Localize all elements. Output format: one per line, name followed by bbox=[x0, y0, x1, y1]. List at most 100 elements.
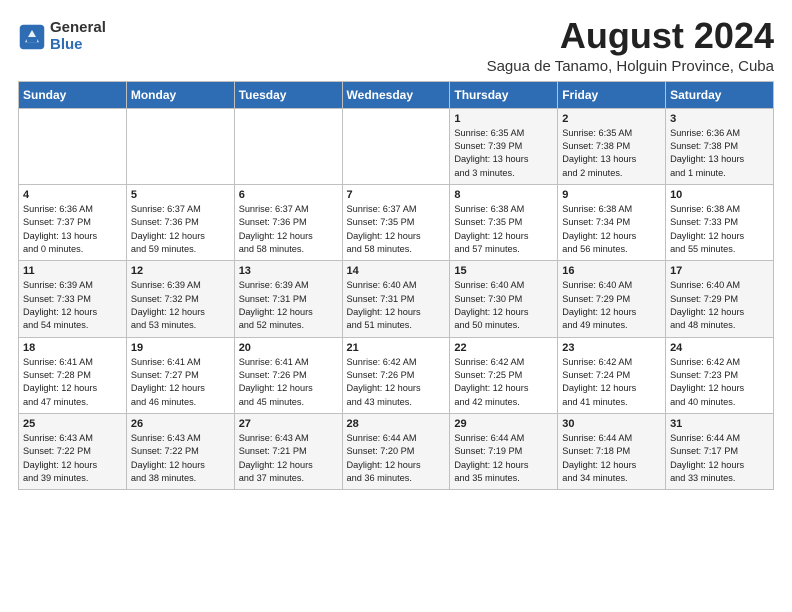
day-info: Sunrise: 6:37 AM Sunset: 7:36 PM Dayligh… bbox=[239, 203, 338, 256]
calendar-cell: 1 Sunrise: 6:35 AM Sunset: 7:39 PM Daylig… bbox=[450, 108, 558, 184]
day-info: Sunrise: 6:41 AM Sunset: 7:26 PM Dayligh… bbox=[239, 356, 338, 409]
day-info: Sunrise: 6:42 AM Sunset: 7:24 PM Dayligh… bbox=[562, 356, 661, 409]
day-info: Sunrise: 6:37 AM Sunset: 7:35 PM Dayligh… bbox=[347, 203, 446, 256]
calendar-week-2: 4 Sunrise: 6:36 AM Sunset: 7:37 PM Daylig… bbox=[19, 184, 774, 260]
day-info: Sunrise: 6:37 AM Sunset: 7:36 PM Dayligh… bbox=[131, 203, 230, 256]
day-info: Sunrise: 6:43 AM Sunset: 7:22 PM Dayligh… bbox=[131, 432, 230, 485]
calendar-cell: 29Sunrise: 6:44 AM Sunset: 7:19 PM Dayli… bbox=[450, 414, 558, 490]
day-info: Sunrise: 6:41 AM Sunset: 7:27 PM Dayligh… bbox=[131, 356, 230, 409]
calendar-week-4: 18 Sunrise: 6:41 AM Sunset: 7:28 PM Dayli… bbox=[19, 337, 774, 413]
day-info: Sunrise: 6:35 AM Sunset: 7:38 PM Dayligh… bbox=[562, 127, 661, 180]
header-thursday: Thursday bbox=[450, 81, 558, 108]
calendar-cell: 6 Sunrise: 6:37 AM Sunset: 7:36 PM Daylig… bbox=[234, 184, 342, 260]
calendar-cell: 24 Sunrise: 6:42 AM Sunset: 7:23 PM Dayli… bbox=[666, 337, 774, 413]
day-number: 4 bbox=[23, 189, 122, 201]
day-number: 29 bbox=[454, 418, 553, 430]
day-info: Sunrise: 6:42 AM Sunset: 7:23 PM Dayligh… bbox=[670, 356, 769, 409]
calendar-cell: 22 Sunrise: 6:42 AM Sunset: 7:25 PM Dayli… bbox=[450, 337, 558, 413]
calendar-cell: 23 Sunrise: 6:42 AM Sunset: 7:24 PM Dayli… bbox=[558, 337, 666, 413]
header-row: General Blue August 2024 Sagua de Tanamo… bbox=[18, 16, 774, 75]
subtitle: Sagua de Tanamo, Holguin Province, Cuba bbox=[487, 58, 774, 75]
calendar-cell: 28Sunrise: 6:44 AM Sunset: 7:20 PM Dayli… bbox=[342, 414, 450, 490]
day-info: Sunrise: 6:43 AM Sunset: 7:21 PM Dayligh… bbox=[239, 432, 338, 485]
main-title: August 2024 bbox=[487, 16, 774, 56]
calendar-week-3: 11 Sunrise: 6:39 AM Sunset: 7:33 PM Dayli… bbox=[19, 261, 774, 337]
day-number: 1 bbox=[454, 113, 553, 125]
header-monday: Monday bbox=[126, 81, 234, 108]
calendar-week-5: 25 Sunrise: 6:43 AM Sunset: 7:22 PM Dayli… bbox=[19, 414, 774, 490]
calendar-header: Sunday Monday Tuesday Wednesday Thursday… bbox=[19, 81, 774, 108]
calendar-cell: 9 Sunrise: 6:38 AM Sunset: 7:34 PM Daylig… bbox=[558, 184, 666, 260]
day-info: Sunrise: 6:42 AM Sunset: 7:25 PM Dayligh… bbox=[454, 356, 553, 409]
header-row-days: Sunday Monday Tuesday Wednesday Thursday… bbox=[19, 81, 774, 108]
calendar-cell: 4 Sunrise: 6:36 AM Sunset: 7:37 PM Daylig… bbox=[19, 184, 127, 260]
day-info: Sunrise: 6:44 AM Sunset: 7:18 PM Dayligh… bbox=[562, 432, 661, 485]
day-info: Sunrise: 6:41 AM Sunset: 7:28 PM Dayligh… bbox=[23, 356, 122, 409]
day-number: 20 bbox=[239, 342, 338, 354]
day-info: Sunrise: 6:39 AM Sunset: 7:31 PM Dayligh… bbox=[239, 279, 338, 332]
calendar-cell: 13 Sunrise: 6:39 AM Sunset: 7:31 PM Dayli… bbox=[234, 261, 342, 337]
day-number: 25 bbox=[23, 418, 122, 430]
day-number: 23 bbox=[562, 342, 661, 354]
calendar-cell: 16Sunrise: 6:40 AM Sunset: 7:29 PM Dayli… bbox=[558, 261, 666, 337]
calendar-cell: 14 Sunrise: 6:40 AM Sunset: 7:31 PM Dayli… bbox=[342, 261, 450, 337]
day-number: 19 bbox=[131, 342, 230, 354]
calendar-cell: 15 Sunrise: 6:40 AM Sunset: 7:30 PM Dayli… bbox=[450, 261, 558, 337]
day-number: 11 bbox=[23, 265, 122, 277]
calendar-cell: 19 Sunrise: 6:41 AM Sunset: 7:27 PM Dayli… bbox=[126, 337, 234, 413]
day-info: Sunrise: 6:38 AM Sunset: 7:34 PM Dayligh… bbox=[562, 203, 661, 256]
calendar-cell: 26Sunrise: 6:43 AM Sunset: 7:22 PM Dayli… bbox=[126, 414, 234, 490]
logo-blue-text: Blue bbox=[50, 37, 106, 54]
calendar-week-1: 1 Sunrise: 6:35 AM Sunset: 7:39 PM Daylig… bbox=[19, 108, 774, 184]
calendar-cell: 20 Sunrise: 6:41 AM Sunset: 7:26 PM Dayli… bbox=[234, 337, 342, 413]
day-info: Sunrise: 6:35 AM Sunset: 7:39 PM Dayligh… bbox=[454, 127, 553, 180]
day-number: 12 bbox=[131, 265, 230, 277]
calendar-cell: 2 Sunrise: 6:35 AM Sunset: 7:38 PM Daylig… bbox=[558, 108, 666, 184]
calendar-cell: 31Sunrise: 6:44 AM Sunset: 7:17 PM Dayli… bbox=[666, 414, 774, 490]
calendar-body: 1 Sunrise: 6:35 AM Sunset: 7:39 PM Daylig… bbox=[19, 108, 774, 490]
header-wednesday: Wednesday bbox=[342, 81, 450, 108]
day-info: Sunrise: 6:40 AM Sunset: 7:30 PM Dayligh… bbox=[454, 279, 553, 332]
day-number: 2 bbox=[562, 113, 661, 125]
calendar-cell: 8Sunrise: 6:38 AM Sunset: 7:35 PM Daylig… bbox=[450, 184, 558, 260]
calendar-cell bbox=[342, 108, 450, 184]
page: General Blue August 2024 Sagua de Tanamo… bbox=[0, 0, 792, 612]
day-number: 6 bbox=[239, 189, 338, 201]
day-info: Sunrise: 6:40 AM Sunset: 7:31 PM Dayligh… bbox=[347, 279, 446, 332]
header-tuesday: Tuesday bbox=[234, 81, 342, 108]
calendar-cell: 17 Sunrise: 6:40 AM Sunset: 7:29 PM Dayli… bbox=[666, 261, 774, 337]
day-number: 14 bbox=[347, 265, 446, 277]
day-info: Sunrise: 6:40 AM Sunset: 7:29 PM Dayligh… bbox=[670, 279, 769, 332]
calendar-cell: 27 Sunrise: 6:43 AM Sunset: 7:21 PM Dayli… bbox=[234, 414, 342, 490]
calendar-cell bbox=[126, 108, 234, 184]
logo-text: General Blue bbox=[50, 20, 106, 53]
calendar-cell: 25Sunrise: 6:43 AM Sunset: 7:22 PM Dayli… bbox=[19, 414, 127, 490]
day-info: Sunrise: 6:44 AM Sunset: 7:17 PM Dayligh… bbox=[670, 432, 769, 485]
day-number: 27 bbox=[239, 418, 338, 430]
day-number: 24 bbox=[670, 342, 769, 354]
day-info: Sunrise: 6:40 AM Sunset: 7:29 PM Dayligh… bbox=[562, 279, 661, 332]
calendar-cell: 18 Sunrise: 6:41 AM Sunset: 7:28 PM Dayli… bbox=[19, 337, 127, 413]
day-number: 7 bbox=[347, 189, 446, 201]
calendar-cell: 5Sunrise: 6:37 AM Sunset: 7:36 PM Daylig… bbox=[126, 184, 234, 260]
day-number: 30 bbox=[562, 418, 661, 430]
day-info: Sunrise: 6:39 AM Sunset: 7:33 PM Dayligh… bbox=[23, 279, 122, 332]
day-number: 18 bbox=[23, 342, 122, 354]
header-saturday: Saturday bbox=[666, 81, 774, 108]
day-number: 9 bbox=[562, 189, 661, 201]
calendar-cell: 21Sunrise: 6:42 AM Sunset: 7:26 PM Dayli… bbox=[342, 337, 450, 413]
logo-icon bbox=[18, 23, 46, 51]
calendar-cell: 11 Sunrise: 6:39 AM Sunset: 7:33 PM Dayli… bbox=[19, 261, 127, 337]
day-number: 10 bbox=[670, 189, 769, 201]
day-number: 15 bbox=[454, 265, 553, 277]
day-number: 8 bbox=[454, 189, 553, 201]
day-number: 17 bbox=[670, 265, 769, 277]
day-number: 22 bbox=[454, 342, 553, 354]
day-info: Sunrise: 6:36 AM Sunset: 7:37 PM Dayligh… bbox=[23, 203, 122, 256]
logo: General Blue bbox=[18, 20, 106, 53]
day-info: Sunrise: 6:36 AM Sunset: 7:38 PM Dayligh… bbox=[670, 127, 769, 180]
day-number: 13 bbox=[239, 265, 338, 277]
calendar-cell: 30 Sunrise: 6:44 AM Sunset: 7:18 PM Dayli… bbox=[558, 414, 666, 490]
header-friday: Friday bbox=[558, 81, 666, 108]
day-number: 21 bbox=[347, 342, 446, 354]
